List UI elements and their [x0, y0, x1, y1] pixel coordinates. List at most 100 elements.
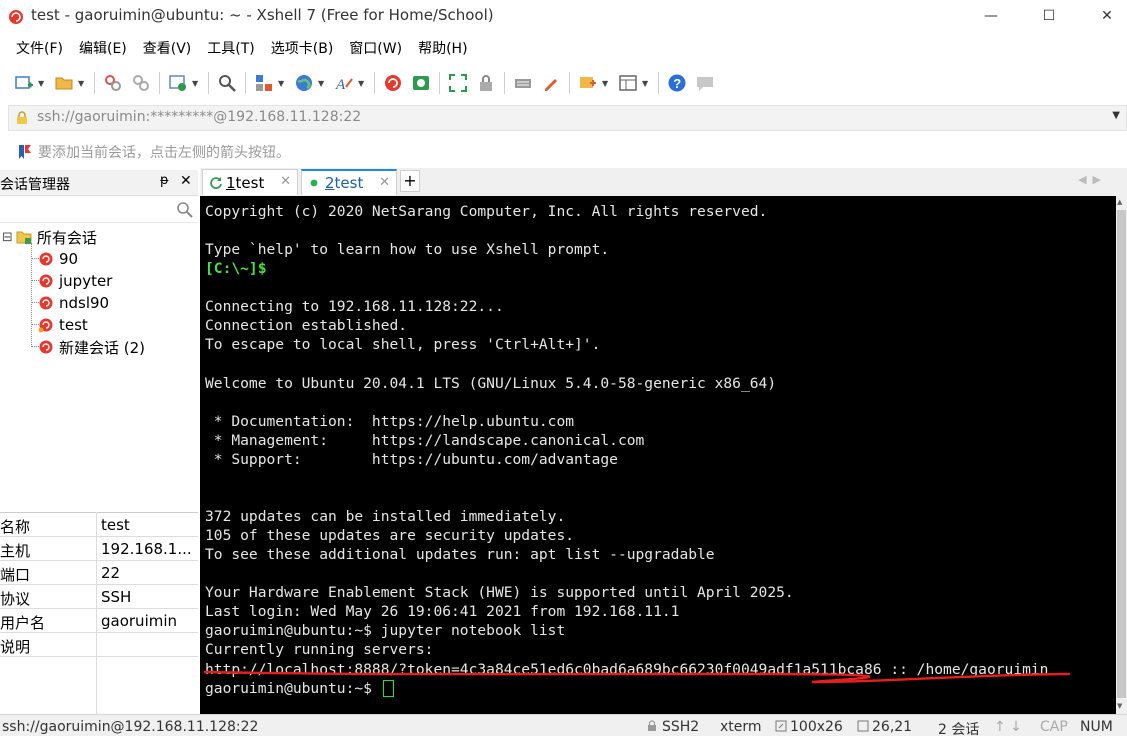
session-item[interactable]: 新建会话 (2): [38, 336, 145, 358]
toolbar-divider: [159, 72, 160, 94]
terminal-area[interactable]: Copyright (c) 2020 NetSarang Computer, I…: [200, 196, 1116, 714]
session-item[interactable]: 90: [38, 248, 78, 270]
menu-tools[interactable]: 工具(T): [199, 36, 262, 62]
xshell-button[interactable]: [382, 72, 404, 94]
session-item-active[interactable]: test: [38, 314, 88, 336]
session-label: jupyter: [59, 272, 113, 290]
session-label: 新建会话 (2): [59, 338, 146, 357]
scrollbar-thumb[interactable]: [1117, 210, 1126, 698]
tab-layout-button[interactable]: [617, 72, 639, 94]
properties-button[interactable]: [167, 72, 189, 94]
status-connection: ssh://gaoruimin@192.168.11.128:22: [2, 719, 259, 735]
compose-icon: [580, 77, 596, 88]
session-item[interactable]: jupyter: [38, 270, 112, 292]
menu-file[interactable]: 文件(F): [8, 36, 71, 62]
encoding-button[interactable]: [293, 72, 315, 94]
open-button[interactable]: [53, 72, 75, 94]
fullscreen-button[interactable]: [447, 72, 469, 94]
menu-tabs[interactable]: 选项卡(B): [263, 36, 342, 62]
terminal-line: Copyright (c) 2020 NetSarang Computer, I…: [205, 202, 1110, 221]
dropdown-arrow-icon[interactable]: ▼: [358, 79, 366, 88]
tab-2-test[interactable]: 2 test ✕: [301, 169, 397, 195]
find-button[interactable]: [216, 72, 238, 94]
lock-icon: [480, 75, 492, 91]
keyboard-button[interactable]: [512, 72, 534, 94]
tab-1-test[interactable]: 1 test ✕: [202, 169, 298, 195]
session-manager-header: 会话管理器 ᵽ ✕: [0, 170, 198, 196]
scroll-down-icon[interactable]: ▼: [1117, 702, 1122, 710]
dropdown-arrow-icon[interactable]: ▼: [38, 79, 46, 88]
lock-button[interactable]: [475, 72, 497, 94]
dropdown-arrow-icon[interactable]: ▼: [192, 79, 200, 88]
property-value: test: [101, 516, 130, 534]
property-key: 用户名: [0, 614, 46, 632]
pin-icon[interactable]: ᵽ: [160, 173, 169, 188]
session-search-input[interactable]: [0, 197, 198, 223]
terminal-line-text: 105 of these updates are security update…: [205, 527, 575, 545]
highlight-button[interactable]: [540, 72, 562, 94]
collapse-icon[interactable]: ⊟: [2, 230, 13, 245]
new-session-button[interactable]: [13, 72, 35, 94]
terminal-line-text: To see these additional updates run: apt…: [205, 546, 715, 564]
chat-button[interactable]: [694, 72, 716, 94]
terminal-line-text: Welcome to Ubuntu 20.04.1 LTS (GNU/Linux…: [205, 374, 777, 392]
dropdown-arrow-icon[interactable]: ▼: [78, 79, 86, 88]
folder-icon: [55, 77, 73, 90]
close-icon[interactable]: ✕: [280, 174, 291, 189]
terminal-line-text: Connecting to 192.168.11.128:22...: [205, 298, 504, 316]
reconnect-icon: [105, 75, 121, 91]
menu-help[interactable]: 帮助(H): [410, 36, 475, 62]
bookmark-flag-icon[interactable]: [16, 143, 34, 161]
minimize-button[interactable]: —: [968, 0, 1014, 32]
disconnect-button[interactable]: [130, 72, 152, 94]
close-icon: ✕: [1101, 8, 1113, 24]
terminal-scrollbar[interactable]: ▲ ▼: [1116, 196, 1127, 714]
layout-button[interactable]: [253, 72, 275, 94]
property-key: 名称: [0, 518, 31, 536]
menu-window[interactable]: 窗口(W): [341, 36, 410, 62]
close-button[interactable]: ✕: [1084, 0, 1127, 32]
dropdown-arrow-icon[interactable]: ▼: [278, 79, 286, 88]
menu-edit[interactable]: 编辑(E): [71, 36, 135, 62]
dropdown-arrow-icon[interactable]: ▼: [602, 79, 610, 88]
compose-button[interactable]: [577, 72, 599, 94]
terminal-line: To escape to local shell, press 'Ctrl+Al…: [205, 335, 1110, 354]
scroll-up-icon[interactable]: ▲: [1117, 198, 1122, 206]
xftp-button[interactable]: [410, 72, 432, 94]
session-label: 90: [59, 250, 79, 268]
terminal-line: Currently running servers:: [205, 640, 1110, 659]
toolbar-divider: [374, 72, 375, 94]
help-button[interactable]: ?: [666, 72, 688, 94]
terminal-line-text: Your Hardware Enablement Stack (HWE) is …: [205, 584, 794, 602]
font-button[interactable]: A: [333, 72, 355, 94]
dropdown-arrow-icon[interactable]: ▼: [318, 79, 326, 88]
session-item[interactable]: ndsl90: [38, 292, 109, 314]
session-icon: [39, 340, 53, 354]
xftp-icon: [413, 76, 429, 90]
session-tree: ⊟ 所有会话 90 jupyter ndsl90 test 新建会话 (2): [0, 226, 198, 506]
property-value: 22: [101, 564, 121, 582]
svg-text:A: A: [335, 77, 346, 93]
maximize-button[interactable]: ☐: [1026, 0, 1072, 32]
terminal-line-text: Type `help' to learn how to use Xshell p…: [205, 241, 610, 259]
address-input[interactable]: ssh://gaoruimin:*********@192.168.11.128…: [37, 109, 361, 125]
dropdown-arrow-icon[interactable]: ▼: [642, 79, 650, 88]
tree-root-all-sessions[interactable]: ⊟ 所有会话: [2, 226, 97, 248]
address-bar[interactable]: ssh://gaoruimin:*********@192.168.11.128…: [8, 105, 1127, 131]
chevron-down-icon[interactable]: ▼: [1112, 110, 1120, 121]
font-icon: A: [335, 77, 353, 93]
session-label: test: [59, 316, 88, 334]
terminal-line-text: Currently running servers:: [205, 641, 434, 659]
reconnect-button[interactable]: [102, 72, 124, 94]
close-icon[interactable]: ✕: [180, 173, 192, 189]
close-icon[interactable]: ✕: [379, 175, 390, 190]
search-icon[interactable]: [176, 201, 194, 219]
tab-scroll-arrows-icon[interactable]: ◀▶: [1078, 173, 1107, 186]
connected-dot-icon: [310, 179, 318, 187]
menu-view[interactable]: 查看(V): [135, 36, 200, 62]
terminal-line: Your Hardware Enablement Stack (HWE) is …: [205, 583, 1110, 602]
session-label: ndsl90: [59, 294, 110, 312]
property-row: 主机 192.168.1...: [0, 537, 198, 561]
add-tab-button[interactable]: +: [400, 170, 420, 192]
